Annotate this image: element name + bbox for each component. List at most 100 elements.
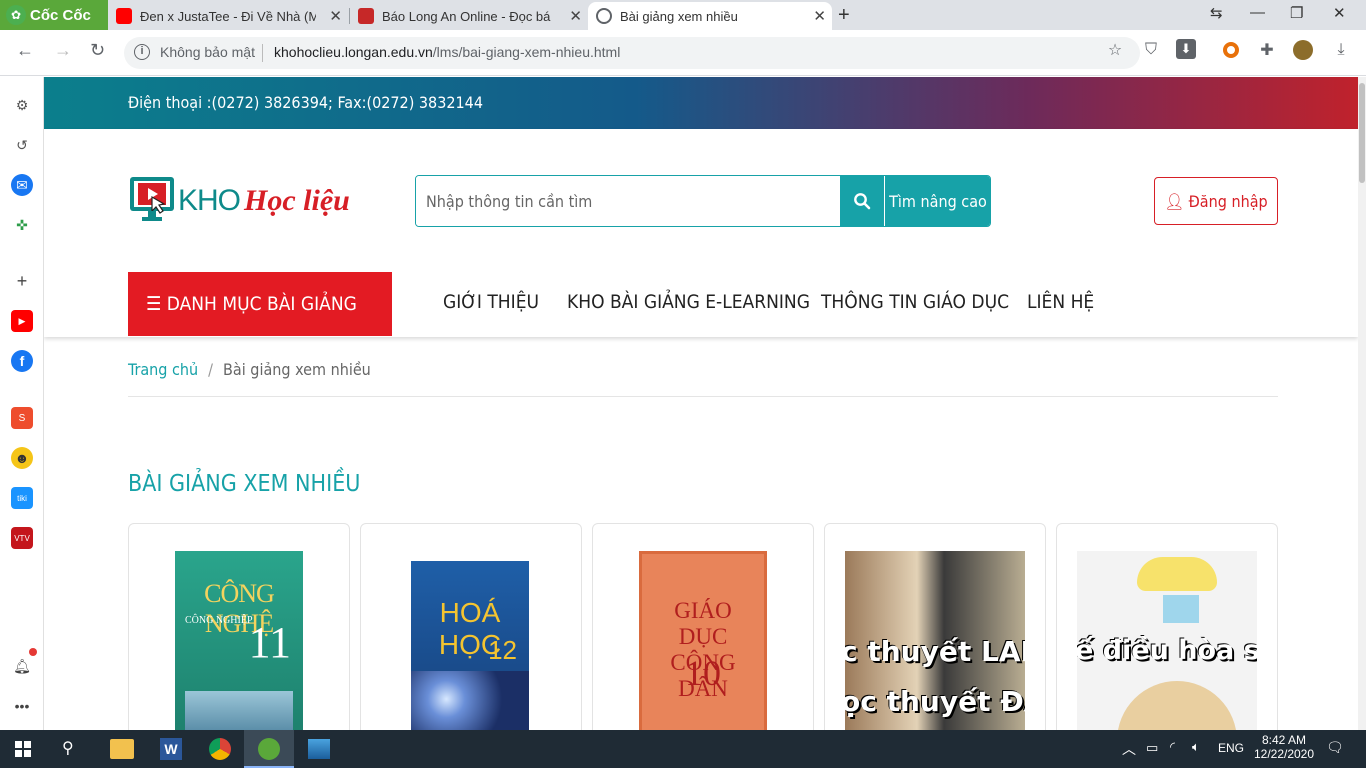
page-scrollbar[interactable] [1358, 77, 1366, 730]
lesson-cover-image: CÔNG NGHỆ CÔNG NGHIỆP 11 [175, 551, 303, 730]
breadcrumb-home[interactable]: Trang chủ [128, 360, 198, 379]
history-icon[interactable]: ↺ [11, 134, 33, 156]
cover-fireworks-picture [411, 671, 529, 730]
address-bar[interactable]: i Không bảo mật khohoclieu.longan.edu.vn… [124, 37, 1140, 69]
breadcrumb-divider [128, 396, 1278, 397]
search-box: Tìm nâng cao [415, 175, 991, 227]
tab-youtube[interactable]: Đen x JustaTee - Đi Về Nhà (M ✕ [108, 2, 348, 30]
chevron-up-icon[interactable]: ︿ [1122, 739, 1136, 759]
search-button[interactable] [840, 176, 884, 226]
info-icon[interactable]: i [134, 44, 150, 60]
battery-icon[interactable]: ▭ [1146, 740, 1158, 756]
facebook-icon[interactable]: f [11, 350, 33, 372]
url-text[interactable]: khohoclieu.longan.edu.vn/lms/bai-giang-x… [274, 44, 620, 60]
downloads-icon[interactable]: ⤓ [1330, 39, 1352, 61]
photos-icon[interactable] [308, 739, 330, 759]
shopee-icon[interactable]: S [11, 407, 33, 429]
coccoc-taskbar-button[interactable] [244, 730, 294, 768]
notification-bell-icon[interactable]: 🔔︎ [11, 655, 33, 677]
browser-toolbar: ← → ↻ i Không bảo mật khohoclieu.longan.… [0, 30, 1366, 76]
word-icon[interactable]: W [160, 738, 182, 760]
browser-tab-bar: ✿ Cốc Cốc Đen x JustaTee - Đi Về Nhà (M … [0, 0, 1366, 30]
close-tab-icon[interactable]: ✕ [569, 7, 582, 25]
back-arrow-icon[interactable]: ← [16, 40, 34, 61]
lesson-card[interactable]: ế điều hòa sinh [1056, 523, 1278, 730]
login-label: Đăng nhập [1188, 191, 1268, 211]
language-indicator[interactable]: ENG [1218, 741, 1244, 755]
breadcrumb: Trang chủ / Bài giảng xem nhiều [128, 360, 371, 379]
tab-baolongan[interactable]: Báo Long An Online - Đọc bá ✕ [350, 2, 588, 30]
add-app-icon[interactable]: + [11, 270, 33, 292]
youtube-icon [116, 8, 132, 24]
nav-thong-tin-giao-duc[interactable]: THÔNG TIN GIÁO DỤC [821, 291, 1009, 313]
youtube-sidebar-icon[interactable]: ▶ [11, 310, 33, 332]
tab-title: Báo Long An Online - Đọc bá [382, 8, 551, 24]
lesson-cover-image: GIÁO DỤC CÔNG DÂN 10 [639, 551, 767, 730]
lesson-cover-image: ế điều hòa sinh [1077, 551, 1257, 730]
forward-arrow-icon[interactable]: → [54, 40, 72, 61]
bookmark-star-icon[interactable]: ☆ [1104, 39, 1126, 61]
volume-icon[interactable]: 🔈︎ [1192, 739, 1200, 755]
close-tab-icon[interactable]: ✕ [329, 7, 342, 25]
gamepad-icon[interactable]: ✜ [11, 214, 33, 236]
tab-search-icon[interactable]: ⇆ [1210, 4, 1223, 22]
lesson-card[interactable]: c thuyết LAMA ọc thuyết ĐAC [824, 523, 1046, 730]
search-icon[interactable]: ⚲ [62, 738, 74, 758]
web-page: Điện thoại :(0272) 3826394; Fax:(0272) 3… [44, 77, 1358, 730]
browser-sidebar: ⚙ ↺ ✉ ✜ + ▶ f S ☻ tiki VTV 🔔︎ ••• [0, 77, 44, 730]
new-tab-button[interactable]: + [838, 4, 850, 27]
contact-info: Điện thoại :(0272) 3826394; Fax:(0272) 3… [128, 93, 483, 112]
vtv-icon[interactable]: VTV [11, 527, 33, 549]
contact-strip: Điện thoại :(0272) 3826394; Fax:(0272) 3… [44, 77, 1358, 129]
cover-number: 12 [488, 635, 517, 665]
security-label[interactable]: Không bảo mật [160, 44, 255, 60]
tab-bai-giang[interactable]: Bài giảng xem nhiều ✕ [588, 2, 832, 30]
nav-lien-he[interactable]: LIÊN HỆ [1027, 291, 1094, 313]
omnibox-divider [262, 44, 263, 62]
wifi-icon[interactable]: ◜ [1170, 739, 1175, 755]
login-button[interactable]: 👤︎ Đăng nhập [1154, 177, 1278, 225]
globe-icon [596, 8, 612, 24]
nav-kho-bai-giang[interactable]: KHO BÀI GIẢNG E-LEARNING [567, 291, 810, 313]
windows-start-icon[interactable] [15, 741, 31, 757]
url-path: /lms/bai-giang-xem-nhieu.html [432, 44, 621, 60]
site-header: KHO Học liệu Tìm nâng cao 👤︎ Đăng nhập ☰… [44, 129, 1358, 337]
search-input[interactable] [416, 176, 840, 226]
lesson-category-menu-button[interactable]: ☰ DANH MỤC BÀI GIẢNG [128, 272, 392, 336]
notification-center-icon[interactable]: 🗨︎ [1326, 739, 1344, 756]
advanced-search-button[interactable]: Tìm nâng cao [885, 176, 990, 226]
close-window-button[interactable]: ✕ [1333, 4, 1346, 22]
chrome-icon[interactable] [209, 738, 231, 760]
download-box-icon[interactable]: ⬇ [1176, 39, 1196, 59]
lesson-card[interactable]: HOÁ HỌC 12 [360, 523, 582, 730]
puzzle-extensions-icon[interactable]: ✚ [1256, 39, 1278, 61]
messenger-icon[interactable]: ✉ [11, 174, 33, 196]
extension-chrome-icon[interactable] [1220, 39, 1242, 61]
file-explorer-icon[interactable] [110, 739, 134, 759]
settings-gear-icon[interactable]: ⚙ [11, 94, 33, 116]
lesson-card[interactable]: CÔNG NGHỆ CÔNG NGHIỆP 11 [128, 523, 350, 730]
logo-book-icon [128, 171, 176, 231]
close-tab-icon[interactable]: ✕ [813, 7, 826, 25]
scrollbar-thumb[interactable] [1359, 83, 1365, 183]
restore-button[interactable]: ❐ [1290, 4, 1303, 22]
tiki-icon[interactable]: tiki [11, 487, 33, 509]
browser-brand[interactable]: ✿ Cốc Cốc [0, 0, 108, 30]
browser-brand-label: Cốc Cốc [30, 6, 91, 24]
tab-title: Bài giảng xem nhiều [620, 8, 738, 24]
nav-gioi-thieu[interactable]: GIỚI THIỆU [443, 291, 539, 313]
more-options-icon[interactable]: ••• [11, 695, 33, 717]
reload-icon[interactable]: ↻ [90, 40, 105, 61]
clock[interactable]: 8:42 AM 12/22/2020 [1252, 733, 1316, 761]
shield-icon[interactable]: ⛉ [1140, 39, 1162, 61]
site-logo[interactable]: KHO Học liệu [128, 169, 350, 233]
notification-dot [29, 648, 37, 656]
lesson-cover-image: HOÁ HỌC 12 [411, 561, 529, 730]
news-site-icon [358, 8, 374, 24]
cover-caption: c thuyết LAMA [845, 635, 1025, 668]
minimize-button[interactable]: — [1250, 4, 1265, 21]
diagram-shape [1117, 681, 1237, 730]
lesson-card[interactable]: GIÁO DỤC CÔNG DÂN 10 [592, 523, 814, 730]
profile-avatar[interactable] [1292, 39, 1314, 61]
mascot-icon[interactable]: ☻ [11, 447, 33, 469]
